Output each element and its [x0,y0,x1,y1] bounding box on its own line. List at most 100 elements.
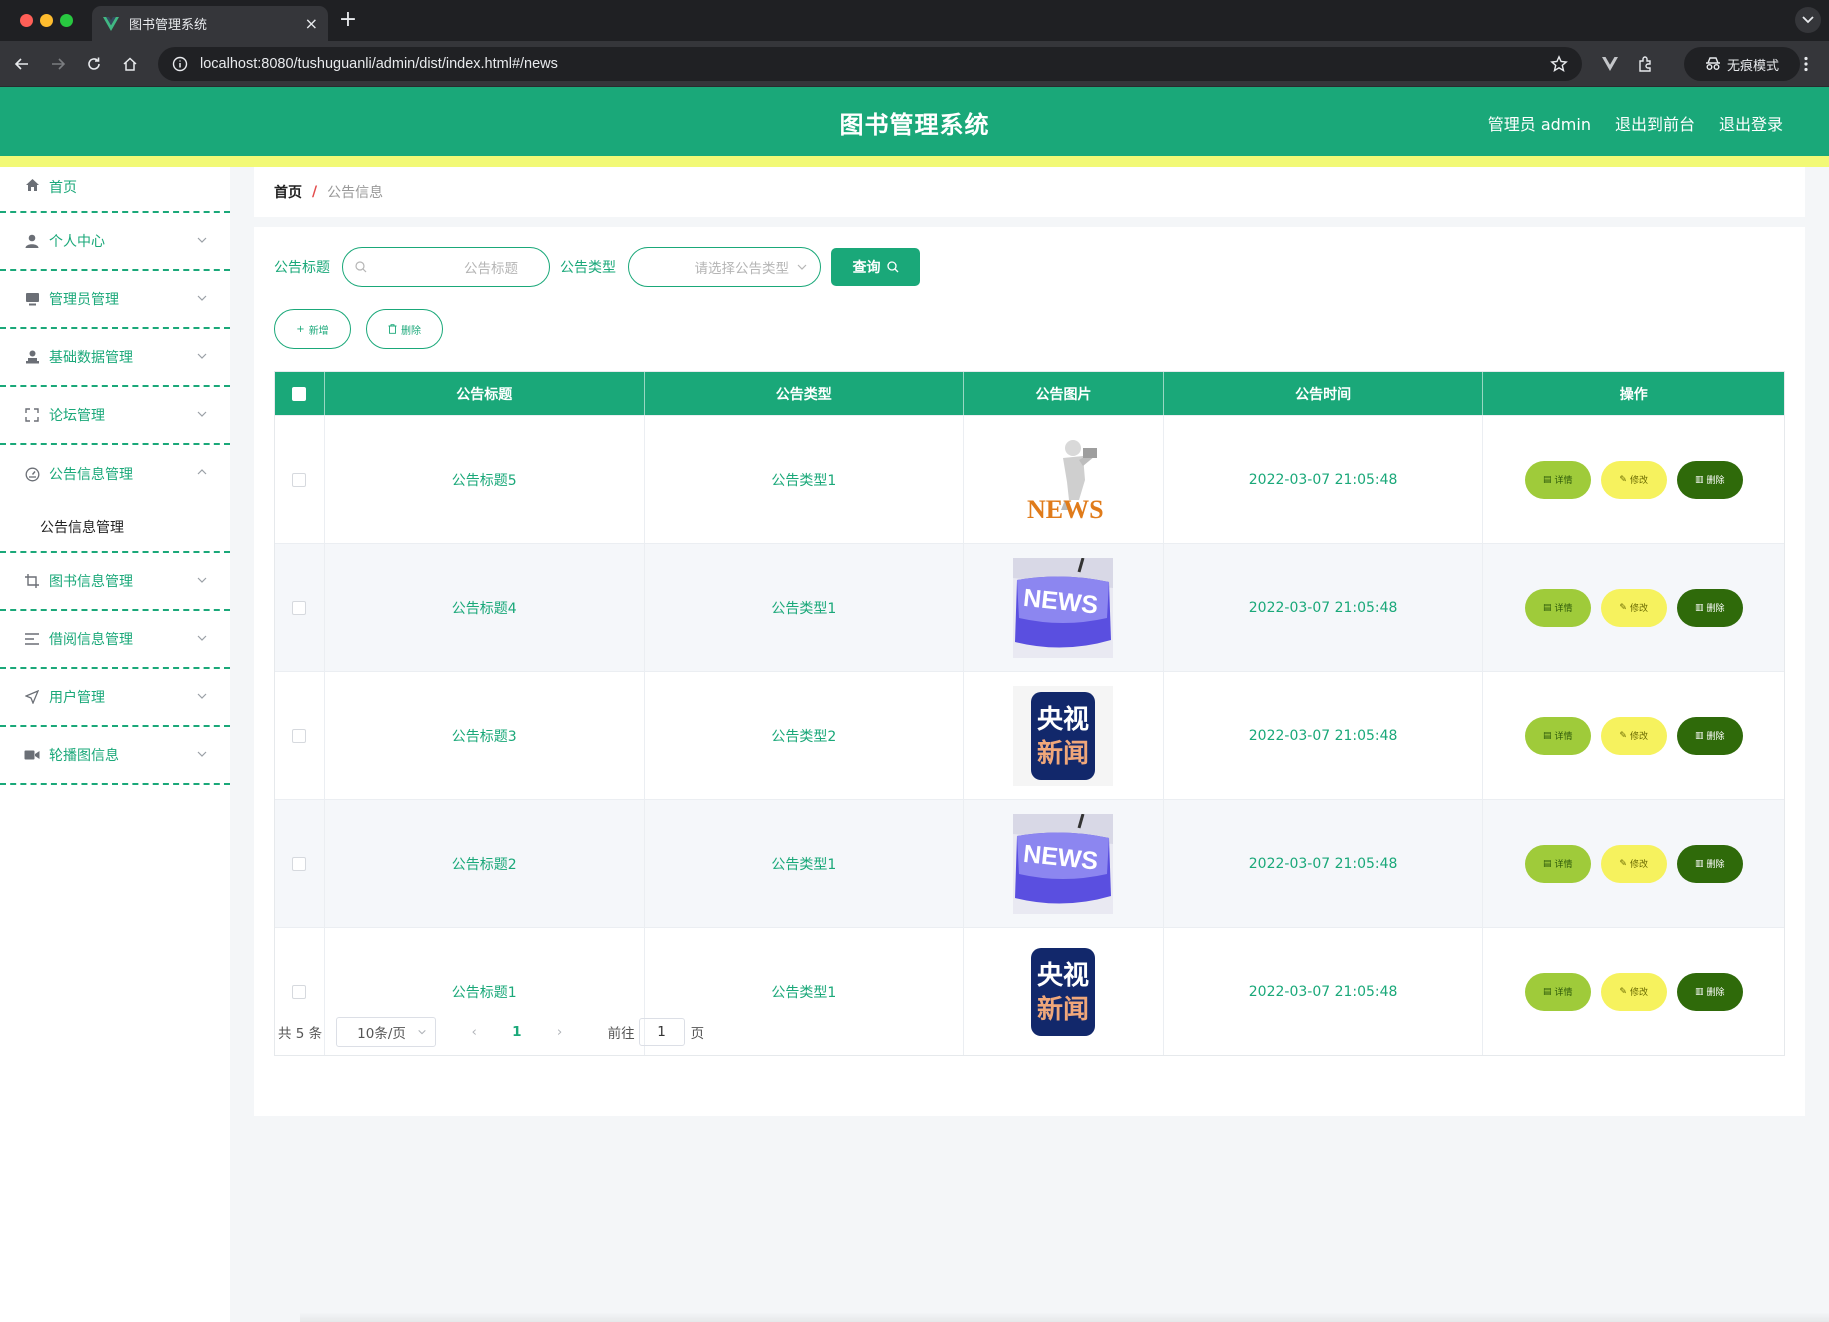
sidebar-item-forum[interactable]: 论坛管理 [0,387,230,445]
chevron-down-icon [197,237,207,243]
delete-button[interactable]: ▥ 删除 [1676,588,1743,627]
prev-page-button[interactable]: ‹ [466,1024,482,1040]
notice-table: 公告标题 公告类型 公告图片 公告时间 操作 公告标题5 公告类型1 NEWS [274,371,1785,1056]
sidebar-item-admin-management[interactable]: 管理员管理 [0,271,230,329]
logout-link[interactable]: 退出登录 [1719,111,1783,135]
page-suffix: 页 [690,1026,705,1042]
goto-page-input[interactable]: 1 [638,1018,685,1046]
delete-button-label: 删除 [1706,988,1725,998]
browser-tab[interactable]: 图书管理系统 × [92,6,328,41]
trash-icon: ▥ [1694,986,1704,997]
thumb-cctv-line1: 央视 [1037,961,1089,991]
sidebar-item-home[interactable]: 首页 [0,167,230,213]
site-info-icon[interactable] [172,56,188,72]
goto-label: 前往 [607,1026,635,1042]
sidebar-item-personal-center[interactable]: 个人中心 [0,213,230,271]
delete-button[interactable]: ▥ 删除 [1676,460,1743,499]
vue-devtools-button[interactable] [1598,52,1622,76]
sidebar-item-book-info[interactable]: 图书信息管理 [0,553,230,611]
edit-button[interactable]: ✎ 修改 [1600,972,1667,1011]
query-button[interactable]: 查询 [831,248,920,286]
document-icon: ▤ [1542,474,1552,485]
edit-button[interactable]: ✎ 修改 [1600,460,1667,499]
close-tab-icon[interactable]: × [305,15,318,32]
column-header-title[interactable]: 公告标题 [325,372,645,415]
column-header-time[interactable]: 公告时间 [1164,372,1484,415]
close-window-button[interactable] [20,14,33,27]
title-search-input[interactable]: 公告标题 [342,247,550,287]
edit-button-label: 修改 [1629,732,1648,742]
maximize-window-button[interactable] [60,14,73,27]
detail-button-label: 详情 [1554,732,1573,742]
delete-button[interactable]: ▥ 删除 [1676,844,1743,883]
notice-type-cell: 公告类型1 [645,416,965,543]
reload-button[interactable] [82,52,106,76]
sidebar-subitem-notice-info[interactable]: 公告信息管理 [0,503,230,553]
next-page-button[interactable]: › [552,1024,568,1040]
sidebar-item-carousel[interactable]: 轮播图信息 [0,727,230,785]
trash-icon: ▥ [1694,858,1704,869]
home-button[interactable] [118,52,142,76]
home-icon [24,177,40,193]
browser-toolbar: localhost:8080/tushuguanli/admin/dist/in… [0,41,1829,87]
pencil-icon: ✎ [1619,986,1627,997]
plus-icon: + [296,323,305,335]
back-button[interactable] [10,52,34,76]
sidebar-item-label: 个人中心 [49,234,105,250]
detail-button[interactable]: ▤ 详情 [1524,844,1591,883]
add-button[interactable]: + 新增 [274,309,351,349]
delete-button[interactable]: ▥ 删除 [1676,972,1743,1011]
browser-menu-button[interactable] [1794,52,1818,76]
detail-button[interactable]: ▤ 详情 [1524,716,1591,755]
row-checkbox[interactable] [292,728,307,743]
bookmark-star-icon[interactable] [1550,55,1568,73]
incognito-label: 无痕模式 [1726,58,1779,74]
arrow-right-icon [52,58,66,70]
type-select[interactable]: 请选择公告类型 [628,247,821,287]
detail-button[interactable]: ▤ 详情 [1524,460,1591,499]
title-search-label: 公告标题 [274,260,330,276]
detail-button-label: 详情 [1554,860,1573,870]
sidebar-item-notice-management[interactable]: 公告信息管理 [0,445,230,503]
delete-button-label: 删除 [1706,860,1725,870]
detail-button[interactable]: ▤ 详情 [1524,588,1591,627]
detail-button-label: 详情 [1554,988,1573,998]
url-text: localhost:8080/tushuguanli/admin/dist/in… [200,56,558,72]
row-checkbox[interactable] [292,856,307,871]
address-bar[interactable]: localhost:8080/tushuguanli/admin/dist/in… [158,47,1582,81]
select-all-checkbox[interactable] [292,386,307,401]
type-select-placeholder: 请选择公告类型 [694,261,790,277]
incognito-badge[interactable]: 无痕模式 [1684,47,1800,81]
news-keyboard-key-thumbnail: NEWS [1013,557,1114,658]
sidebar-item-basic-data[interactable]: 基础数据管理 [0,329,230,387]
detail-button[interactable]: ▤ 详情 [1524,972,1591,1011]
delete-button[interactable]: ▥ 删除 [1676,716,1743,755]
column-header-type[interactable]: 公告类型 [645,372,965,415]
batch-delete-button[interactable]: 删除 [366,309,443,349]
sidebar-item-borrow-info[interactable]: 借阅信息管理 [0,611,230,669]
page-size-select[interactable]: 10条/页 [336,1017,437,1047]
breadcrumb-home[interactable]: 首页 [274,182,302,202]
new-tab-button[interactable]: + [336,8,360,32]
sidebar-item-user-management[interactable]: 用户管理 [0,669,230,727]
minimize-window-button[interactable] [40,14,53,27]
more-vertical-icon [1804,56,1808,72]
sidebar: 首页 个人中心 管理员管理 基础数据管理 论坛管理 公告信息管理 公告信息管理 … [0,167,230,1322]
edit-button[interactable]: ✎ 修改 [1600,844,1667,883]
page-number-current[interactable]: 1 [512,1024,521,1040]
add-button-label: 新增 [308,325,329,337]
notice-title-cell: 公告标题3 [325,672,645,799]
extensions-button[interactable] [1634,52,1658,76]
house-icon [123,57,137,71]
row-checkbox[interactable] [292,472,307,487]
notice-time-cell: 2022-03-07 21:05:48 [1164,800,1484,927]
thumb-news-text: NEWS [1027,495,1104,524]
tab-search-button[interactable] [1795,7,1821,33]
row-checkbox[interactable] [292,600,307,615]
edit-button[interactable]: ✎ 修改 [1600,588,1667,627]
exit-to-front-link[interactable]: 退出到前台 [1615,111,1695,135]
edit-button[interactable]: ✎ 修改 [1600,716,1667,755]
row-checkbox[interactable] [292,984,307,999]
forward-button[interactable] [46,52,70,76]
delete-button-label: 删除 [1706,732,1725,742]
